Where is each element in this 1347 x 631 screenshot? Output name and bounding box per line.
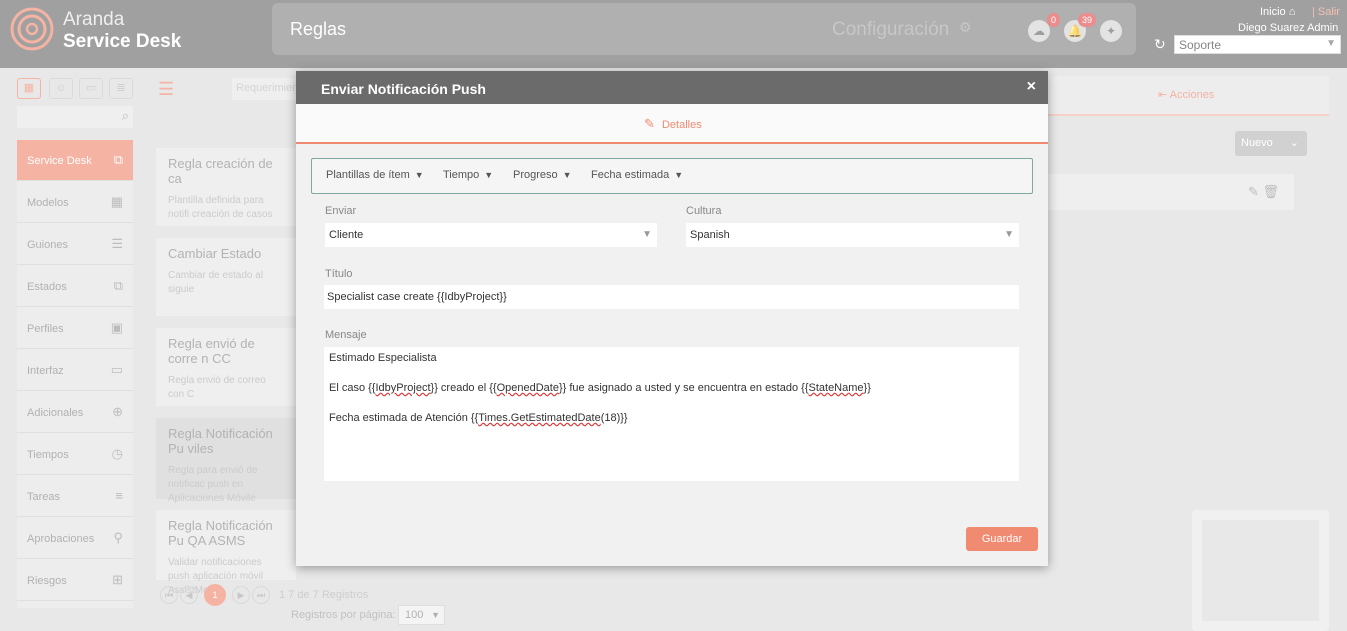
toolbar-label: Plantillas de ítem: [326, 169, 410, 181]
dialog-tab-bar: ✎ Detalles: [296, 104, 1048, 144]
text-segment: }} creado el {{: [430, 382, 497, 394]
push-notification-dialog: Enviar Notificación Push × ✎ Detalles Pl…: [296, 71, 1048, 566]
enviar-select[interactable]: Cliente ▼: [325, 223, 657, 247]
mensaje-line: Estimado Especialista: [329, 352, 437, 364]
text-segment: }}: [863, 382, 871, 394]
toolbar-label: Fecha estimada: [591, 169, 670, 181]
cultura-label: Cultura: [686, 205, 722, 217]
mensaje-blank: [329, 366, 1014, 381]
text-segment: }} fue asignado a usted y se encuentra e…: [558, 382, 809, 394]
caret-down-icon: ▼: [484, 170, 494, 180]
caret-down-icon: ▼: [562, 170, 572, 180]
template-variable: StateName: [808, 382, 864, 394]
template-toolbar: Plantillas de ítem ▼ Tiempo ▼ Progreso ▼ Fe…: [311, 158, 1033, 194]
dialog-header: Enviar Notificación Push ×: [296, 71, 1048, 104]
edit-icon: ✎: [644, 116, 655, 131]
chevron-down-icon: ▼: [1004, 229, 1014, 240]
titulo-label: Título: [325, 268, 353, 280]
text-segment: (18)}}: [600, 412, 628, 424]
close-icon[interactable]: ×: [1027, 78, 1036, 96]
mensaje-line: Fecha estimada de Atención {{Times.GetEs…: [329, 411, 1014, 426]
titulo-input[interactable]: Specialist case create {{IdbyProject}}: [324, 285, 1019, 309]
text-segment: El caso {{: [329, 382, 376, 394]
tiempo-dropdown[interactable]: Tiempo ▼: [443, 169, 493, 181]
enviar-label: Enviar: [325, 205, 357, 217]
mensaje-textarea[interactable]: Estimado Especialista El caso {{IdbyProj…: [324, 347, 1019, 481]
tab-detalles-label: Detalles: [661, 119, 702, 131]
tab-detalles[interactable]: ✎ Detalles: [644, 116, 702, 132]
progreso-dropdown[interactable]: Progreso ▼: [513, 169, 572, 181]
caret-down-icon: ▼: [674, 170, 684, 180]
text-segment: Fecha estimada de Atención {{: [329, 412, 479, 424]
mensaje-blank: [329, 396, 1014, 411]
dialog-title: Enviar Notificación Push: [321, 81, 486, 97]
template-variable: OpenedDate: [496, 382, 559, 394]
toolbar-label: Progreso: [513, 169, 558, 181]
toolbar-label: Tiempo: [443, 169, 480, 181]
cultura-select[interactable]: Spanish ▼: [686, 223, 1019, 247]
cultura-value: Spanish: [690, 229, 730, 241]
mensaje-label: Mensaje: [325, 329, 367, 341]
save-button[interactable]: Guardar: [966, 527, 1038, 551]
template-variable: IdbyProject: [375, 382, 431, 394]
fecha-estimada-dropdown[interactable]: Fecha estimada ▼: [591, 169, 683, 181]
enviar-value: Cliente: [329, 229, 364, 241]
caret-down-icon: ▼: [414, 170, 424, 180]
chevron-down-icon: ▼: [642, 229, 652, 240]
plantillas-item-dropdown[interactable]: Plantillas de ítem ▼: [326, 169, 424, 181]
template-variable: Times.GetEstimatedDate: [478, 412, 601, 424]
mensaje-line: El caso {{IdbyProject}} creado el {{Open…: [329, 381, 1014, 396]
